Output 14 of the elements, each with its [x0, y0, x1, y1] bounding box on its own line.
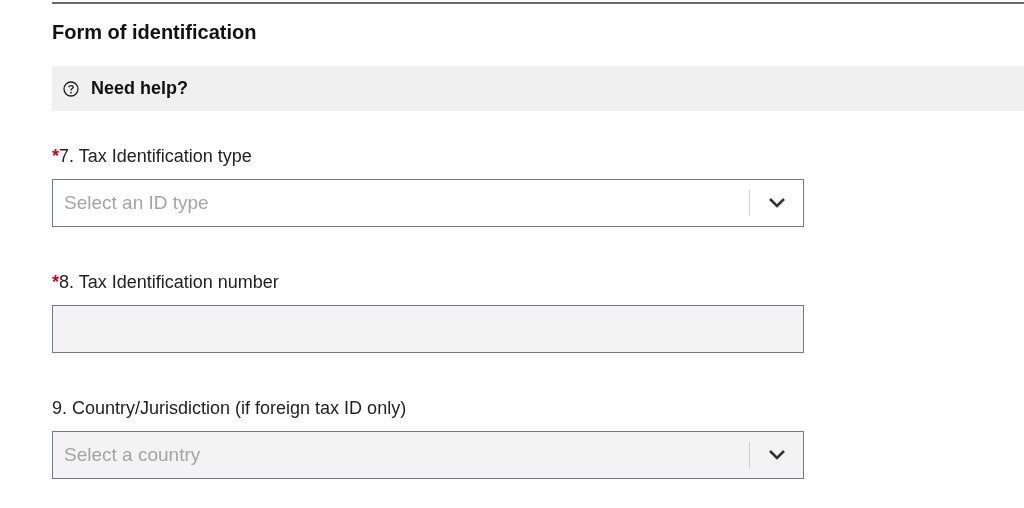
- help-bar[interactable]: Need help?: [52, 66, 1024, 111]
- required-asterisk: *: [52, 271, 59, 294]
- chevron-down-icon: [767, 197, 786, 209]
- required-asterisk: *: [52, 145, 59, 168]
- field-label: 8. Tax Identification number: [59, 271, 279, 294]
- select-placeholder: Select an ID type: [63, 190, 210, 215]
- select-field[interactable]: Select an ID type: [52, 179, 804, 227]
- field-label: 9. Country/Jurisdiction (if foreign tax ID only): [52, 397, 407, 420]
- help-label: Need help?: [91, 77, 188, 100]
- chevron-down-icon: [767, 449, 786, 461]
- help-icon: [63, 80, 79, 97]
- section-title: Form of identification: [52, 20, 258, 44]
- field-label: 7. Tax Identification type: [59, 145, 252, 168]
- select-placeholder: Select a country: [63, 442, 202, 467]
